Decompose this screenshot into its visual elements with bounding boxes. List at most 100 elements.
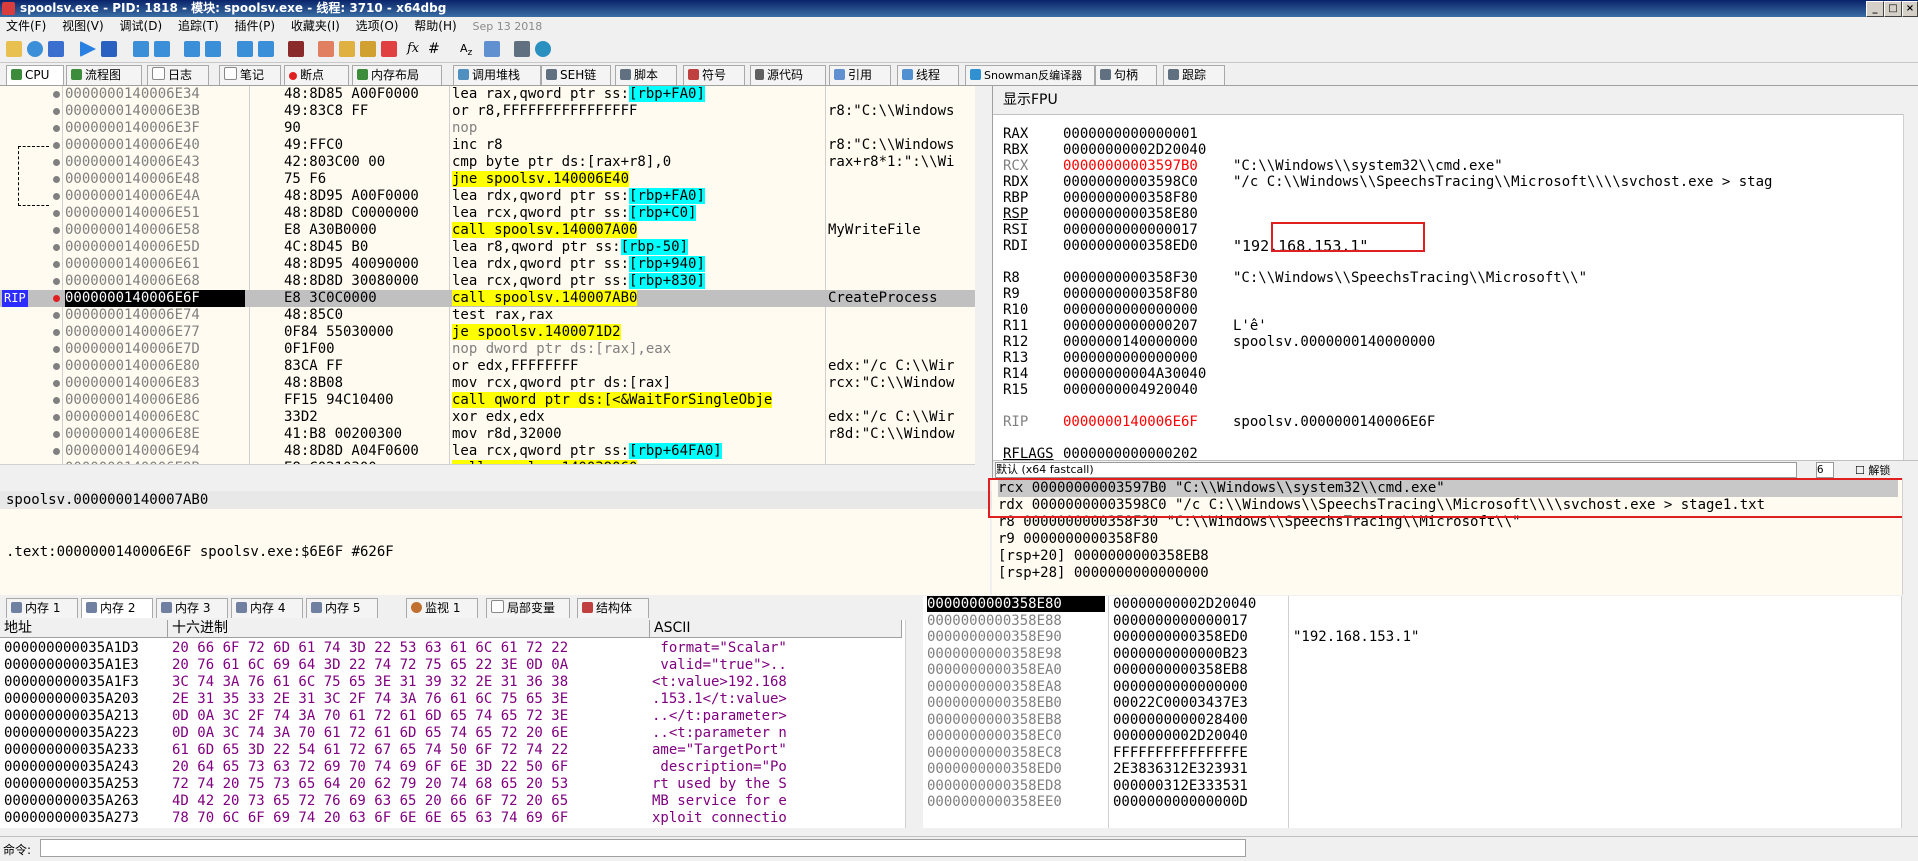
register-value[interactable]: 0000000000000207 — [1063, 318, 1198, 334]
breakpoint-dot[interactable] — [53, 380, 60, 387]
dump-hex[interactable]: 2E 31 35 33 2E 31 3C 2F 74 3A 76 61 6C 7… — [172, 691, 568, 708]
dump-hex[interactable]: 20 66 6F 72 6D 61 74 3D 22 53 63 61 6C 6… — [172, 640, 568, 657]
disasm-row[interactable]: 0000000140006E68 48:8D8D 30080000 lea rcx,… — [0, 273, 975, 290]
instruction-address[interactable]: 0000000140006E61 — [65, 256, 200, 273]
register-value[interactable]: 0000000140000000 — [1063, 334, 1198, 350]
register-value[interactable]: 0000000000358ED0 — [1063, 238, 1198, 254]
tab-symbols[interactable]: 符号 — [683, 65, 745, 85]
breakpoint-dot[interactable] — [53, 176, 60, 183]
breakpoint-dot[interactable] — [53, 210, 60, 217]
dump-ascii[interactable]: rt used by the S — [652, 776, 787, 793]
breakpoint-dot[interactable] — [53, 363, 60, 370]
tab-cpu[interactable]: CPU — [6, 65, 64, 85]
disasm-row[interactable]: RIP 0000000140006E6F E8 3C0C0000 call spool… — [0, 290, 975, 307]
menu-help[interactable]: 帮助(H) — [414, 19, 456, 33]
scylla-icon[interactable] — [288, 41, 304, 57]
dump-hex[interactable]: 20 64 65 73 63 72 69 70 74 69 6F 6E 3D 2… — [172, 759, 568, 776]
instruction-address[interactable]: 0000000140006E3B — [65, 103, 200, 120]
tab-dump-3[interactable]: 内存 3 — [156, 598, 228, 618]
dump-ascii[interactable]: MB service for e — [652, 793, 787, 810]
instruction-address[interactable]: 0000000140006E94 — [65, 443, 200, 460]
execute-till-return-icon[interactable] — [237, 41, 253, 57]
instruction-address[interactable]: 0000000140006E7D — [65, 341, 200, 358]
dump-ascii[interactable]: <t:value>192.168 — [652, 674, 787, 691]
stack-address[interactable]: 0000000000358E90 — [927, 629, 1062, 645]
instruction-address[interactable]: 0000000140006E58 — [65, 222, 200, 239]
register-value[interactable]: 0000000000000017 — [1063, 222, 1198, 238]
disasm-row[interactable]: 0000000140006E94 48:8D8D A04F0600 lea rcx,… — [0, 443, 975, 460]
dump-hex[interactable]: 4D 42 20 73 65 72 76 69 63 65 20 66 6F 7… — [172, 793, 568, 810]
instruction-address[interactable]: 0000000140006E6F — [65, 290, 245, 307]
breakpoint-dot[interactable] — [53, 329, 60, 336]
tab-memory-map[interactable]: 内存布局 — [352, 65, 442, 85]
tab-dump-5[interactable]: 内存 5 — [306, 598, 378, 618]
dump-hex[interactable]: 61 6D 65 3D 22 54 61 72 67 65 74 50 6F 7… — [172, 742, 568, 759]
tab-threads[interactable]: 线程 — [897, 65, 959, 85]
tab-breakpoints[interactable]: 断点 — [284, 65, 349, 85]
instruction-address[interactable]: 0000000140006E8E — [65, 426, 200, 443]
minimize-button[interactable]: _ — [1866, 1, 1884, 17]
stack-address[interactable]: 0000000000358EA0 — [927, 662, 1062, 678]
references-icon[interactable] — [484, 41, 500, 57]
breakpoint-dot[interactable] — [53, 108, 60, 115]
register-value[interactable]: 00000000004A30040 — [1063, 366, 1206, 382]
disasm-row[interactable]: 0000000140006E40 49:FFC0 inc r8 r8:"C:\\Win… — [0, 137, 975, 154]
register-value[interactable]: 0000000000000000 — [1063, 302, 1198, 318]
stack-address[interactable]: 0000000000358EC0 — [927, 728, 1062, 744]
disasm-row[interactable]: 0000000140006E3F 90 nop — [0, 120, 975, 137]
dump-hex[interactable]: 20 76 61 6C 69 64 3D 22 74 72 75 65 22 3… — [172, 657, 568, 674]
hex-dump[interactable]: 地址 十六进制 ASCII 000000000035A1D3 20 66 6F 7… — [0, 620, 922, 828]
stack-address[interactable]: 0000000000358E88 — [927, 613, 1062, 629]
dump-hex[interactable]: 72 74 20 75 73 65 64 20 62 79 20 74 68 6… — [172, 776, 568, 793]
stack-address[interactable]: 0000000000358E98 — [927, 646, 1062, 662]
trace-into-icon[interactable] — [184, 41, 200, 57]
tab-dump-4[interactable]: 内存 4 — [231, 598, 303, 618]
variables-icon[interactable]: # — [428, 41, 444, 57]
tab-handles[interactable]: 句柄 — [1095, 65, 1157, 85]
run-icon[interactable] — [80, 41, 96, 57]
labels-icon[interactable] — [360, 41, 376, 57]
run-to-user-code-icon[interactable] — [258, 41, 274, 57]
bookmarks-icon[interactable] — [381, 41, 397, 57]
stack-address[interactable]: 0000000000358ED8 — [927, 778, 1062, 794]
dump-ascii[interactable]: .153.1</t:value> — [652, 691, 787, 708]
instruction-address[interactable]: 0000000140006E86 — [65, 392, 200, 409]
restart-icon[interactable] — [27, 41, 43, 57]
breakpoint-dot[interactable] — [53, 278, 60, 285]
menu-plugins[interactable]: 插件(P) — [234, 19, 275, 33]
tab-trace[interactable]: 跟踪 — [1163, 65, 1225, 85]
stack-scrollbar[interactable] — [1901, 596, 1918, 828]
breakpoint-dot[interactable] — [53, 91, 60, 98]
tab-graph[interactable]: 流程图 — [66, 65, 142, 85]
dump-ascii[interactable]: xploit connectio — [652, 810, 787, 827]
disasm-row[interactable]: 0000000140006E51 48:8D8D C0000000 lea rcx,… — [0, 205, 975, 222]
open-icon[interactable] — [6, 41, 22, 57]
breakpoint-dot[interactable] — [53, 431, 60, 438]
register-value[interactable]: 0000000000358E80 — [1063, 206, 1198, 222]
instruction-address[interactable]: 0000000140006E4A — [65, 188, 200, 205]
disasm-row[interactable]: 0000000140006E3B 49:83C8 FF or r8,FFFFFFFF… — [0, 103, 975, 120]
disasm-row[interactable]: 0000000140006E80 83CA FF or edx,FFFFFFFF ed… — [0, 358, 975, 375]
pause-icon[interactable] — [101, 41, 117, 57]
instruction-address[interactable]: 0000000140006E74 — [65, 307, 200, 324]
tab-struct[interactable]: 结构体 — [577, 598, 649, 618]
stack-address[interactable]: 0000000000358E80 — [927, 596, 1105, 612]
breakpoint-dot[interactable] — [53, 261, 60, 268]
instruction-address[interactable]: 0000000140006E83 — [65, 375, 200, 392]
breakpoint-dot[interactable] — [53, 244, 60, 251]
register-value[interactable]: 0000000000358F80 — [1063, 190, 1198, 206]
dump-hex[interactable]: 78 70 6C 6F 69 74 20 63 6F 6E 6E 65 63 7… — [172, 810, 568, 827]
breakpoint-dot[interactable] — [53, 227, 60, 234]
tab-references[interactable]: 引用 — [829, 65, 891, 85]
disasm-row[interactable]: 0000000140006E58 E8 A30B0000 call spoolsv.… — [0, 222, 975, 239]
register-value[interactable]: 0000000004920040 — [1063, 382, 1198, 398]
instruction-address[interactable]: 0000000140006E48 — [65, 171, 200, 188]
register-value[interactable]: 00000000002D20040 — [1063, 142, 1206, 158]
instruction-address[interactable]: 0000000140006E43 — [65, 154, 200, 171]
tab-dump-1[interactable]: 内存 1 — [6, 598, 78, 618]
instruction-address[interactable]: 0000000140006E68 — [65, 273, 200, 290]
help-icon[interactable] — [535, 41, 551, 57]
arg-count[interactable]: 6 — [1816, 462, 1834, 478]
disasm-row[interactable]: 0000000140006E43 42:803C00 00 cmp byte ptr… — [0, 154, 975, 171]
dump-hex[interactable]: 0D 0A 3C 2F 74 3A 70 61 72 61 6D 65 74 6… — [172, 708, 568, 725]
